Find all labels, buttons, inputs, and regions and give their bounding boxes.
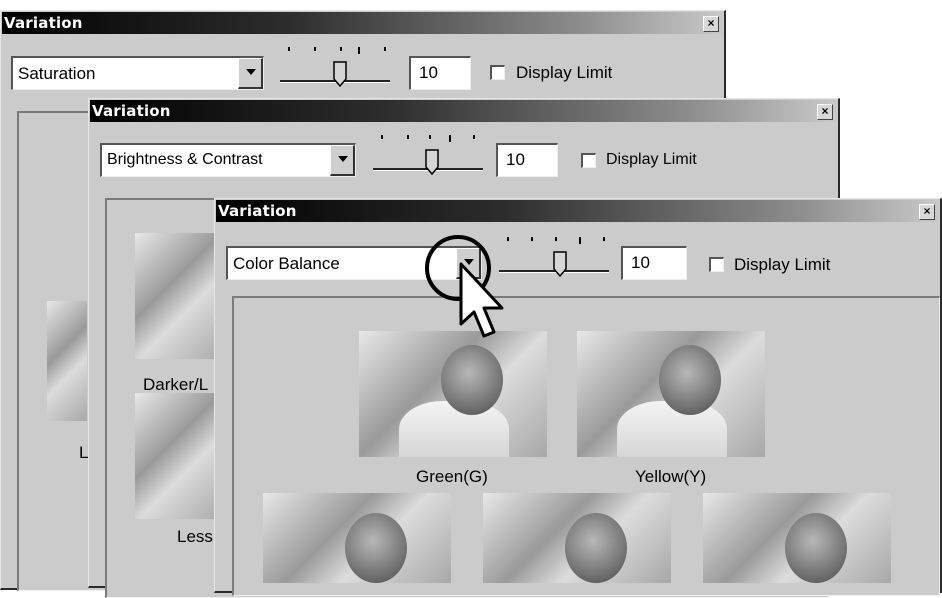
display-limit-label: Display Limit: [606, 151, 697, 168]
display-limit-label: Display Limit: [516, 63, 613, 82]
level-slider[interactable]: [373, 135, 483, 185]
thumbnail-label: Less: [177, 527, 213, 546]
window-title: Variation: [218, 202, 297, 220]
thumbnail-image[interactable]: [703, 493, 891, 583]
dropdown-button[interactable]: [238, 58, 263, 89]
close-icon[interactable]: ×: [817, 104, 833, 120]
level-input[interactable]: 10: [409, 56, 471, 90]
thumbnail-label-yellow: Yellow(Y): [635, 467, 707, 486]
subject-face: [565, 513, 627, 583]
thumbnail-image[interactable]: [47, 301, 87, 421]
thumbnail-image[interactable]: [135, 393, 225, 519]
arrow-pointer-icon: [459, 262, 504, 338]
subject-body: [617, 401, 727, 457]
dropdown-value: Saturation: [18, 64, 96, 83]
thumbnail-label: Darker/L: [143, 375, 209, 394]
subject-face: [785, 513, 847, 583]
thumbnail-green[interactable]: [359, 331, 547, 457]
level-slider[interactable]: [499, 237, 609, 287]
window-title: Variation: [92, 102, 171, 120]
subject-body: [399, 401, 509, 457]
thumbnail-yellow[interactable]: [577, 331, 765, 457]
dropdown-value: Color Balance: [233, 254, 340, 273]
adjustment-type-dropdown[interactable]: Saturation: [11, 56, 264, 90]
thumbnail-image[interactable]: [263, 493, 451, 583]
thumbnail-image[interactable]: [483, 493, 671, 583]
level-input[interactable]: 10: [496, 143, 558, 177]
display-limit-checkbox[interactable]: [490, 65, 505, 80]
title-bar[interactable]: Variation ×: [2, 12, 723, 34]
title-bar[interactable]: Variation ×: [216, 200, 939, 222]
display-limit-label: Display Limit: [734, 255, 831, 274]
variation-window-color-balance: Variation × Color Balance 10 Display Lim…: [214, 198, 942, 596]
display-limit-checkbox[interactable]: [581, 153, 596, 168]
close-icon[interactable]: ×: [919, 204, 935, 220]
display-limit-checkbox[interactable]: [709, 257, 724, 272]
subject-face: [441, 345, 503, 415]
subject-face: [345, 513, 407, 583]
title-bar[interactable]: Variation ×: [90, 100, 837, 122]
chevron-down-icon: [246, 69, 256, 75]
slider-thumb[interactable]: [553, 251, 567, 277]
subject-face: [659, 345, 721, 415]
close-icon[interactable]: ×: [703, 16, 719, 32]
window-title: Variation: [4, 14, 83, 32]
thumbnail-image[interactable]: [135, 233, 225, 359]
level-input[interactable]: 10: [621, 246, 687, 280]
level-slider[interactable]: [280, 47, 390, 97]
dropdown-value: Brightness & Contrast: [107, 151, 263, 168]
chevron-down-icon: [338, 156, 348, 162]
thumbnail-label-green: Green(G): [416, 467, 488, 486]
dropdown-button[interactable]: [330, 145, 355, 176]
slider-thumb[interactable]: [425, 149, 439, 175]
adjustment-type-dropdown[interactable]: Brightness & Contrast: [100, 143, 356, 177]
slider-thumb[interactable]: [333, 61, 347, 87]
